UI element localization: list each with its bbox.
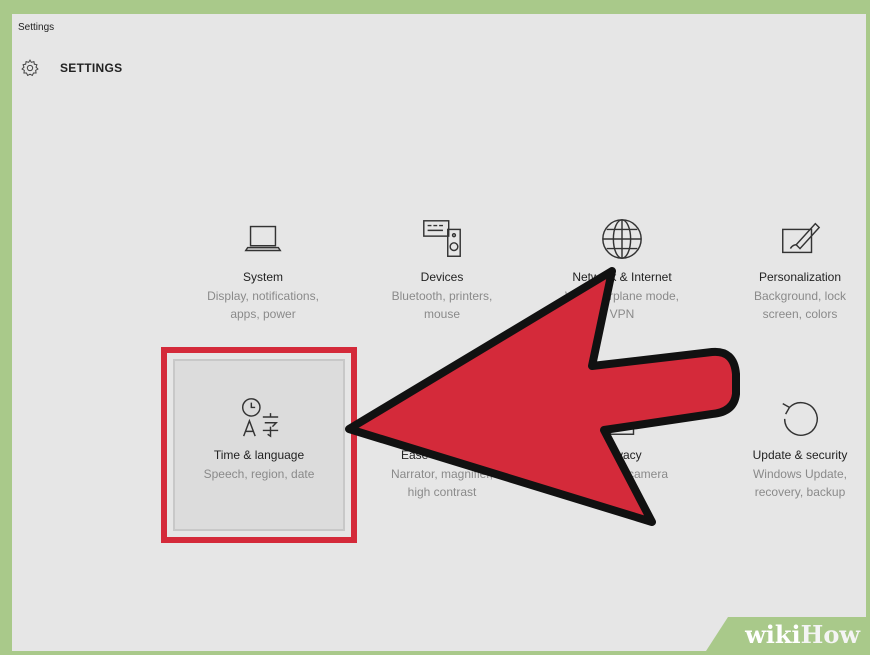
tile-time-language[interactable]: Time & language Speech, region, date	[184, 392, 334, 483]
tile-personalization[interactable]: Personalization Background, lock screen, …	[725, 214, 866, 323]
gear-icon	[21, 59, 39, 77]
tile-desc: Bluetooth, printers, mouse	[391, 289, 493, 321]
tile-name: Network & Internet	[572, 270, 672, 284]
tile-name: System	[242, 270, 283, 284]
tile-name: Update & security	[752, 448, 848, 462]
lock-icon	[609, 400, 635, 435]
paintbrush-icon	[782, 222, 821, 254]
settings-window: Settings SETTINGS System Display, notifi…	[12, 14, 866, 651]
laptop-icon	[244, 225, 282, 252]
tile-name: Personalization	[758, 270, 842, 284]
globe-icon	[602, 219, 642, 259]
tile-desc: Speech, region, date	[203, 467, 315, 481]
tile-name: Ease of Access	[400, 448, 484, 462]
devices-icon	[423, 220, 461, 257]
tile-desc: Wi-Fi, airplane mode, VPN	[564, 289, 680, 321]
tile-name: Devices	[420, 270, 464, 284]
tile-system[interactable]: System Display, notifications, apps, powe…	[188, 214, 338, 323]
tile-desc: Location, camera	[575, 467, 669, 481]
wikihow-watermark: wikiHow	[706, 617, 866, 651]
tile-name: Time & language	[213, 448, 305, 462]
settings-header: SETTINGS	[20, 56, 122, 80]
tile-network[interactable]: Network & Internet Wi-Fi, airplane mode,…	[547, 214, 697, 323]
ease-of-access-icon	[424, 399, 460, 435]
tile-privacy[interactable]: Privacy Location, camera	[547, 392, 697, 483]
window-title: Settings	[18, 22, 55, 33]
tile-desc: Display, notifications, apps, power	[207, 289, 319, 321]
tile-desc: Background, lock screen, colors	[753, 289, 847, 321]
tile-ease-of-access[interactable]: Ease of Access Narrator, magnifier, high …	[367, 392, 517, 501]
refresh-icon	[782, 401, 818, 436]
tile-update-security[interactable]: Update & security Windows Update, recover…	[725, 392, 866, 501]
tile-desc: Windows Update, recovery, backup	[752, 467, 848, 499]
page-title: SETTINGS	[60, 61, 123, 75]
annotation-arrow	[345, 267, 740, 526]
time-language-icon	[241, 398, 279, 438]
tile-desc: Narrator, magnifier, high contrast	[390, 467, 494, 499]
tile-devices[interactable]: Devices Bluetooth, printers, mouse	[367, 214, 517, 323]
tile-name: Privacy	[602, 448, 642, 462]
